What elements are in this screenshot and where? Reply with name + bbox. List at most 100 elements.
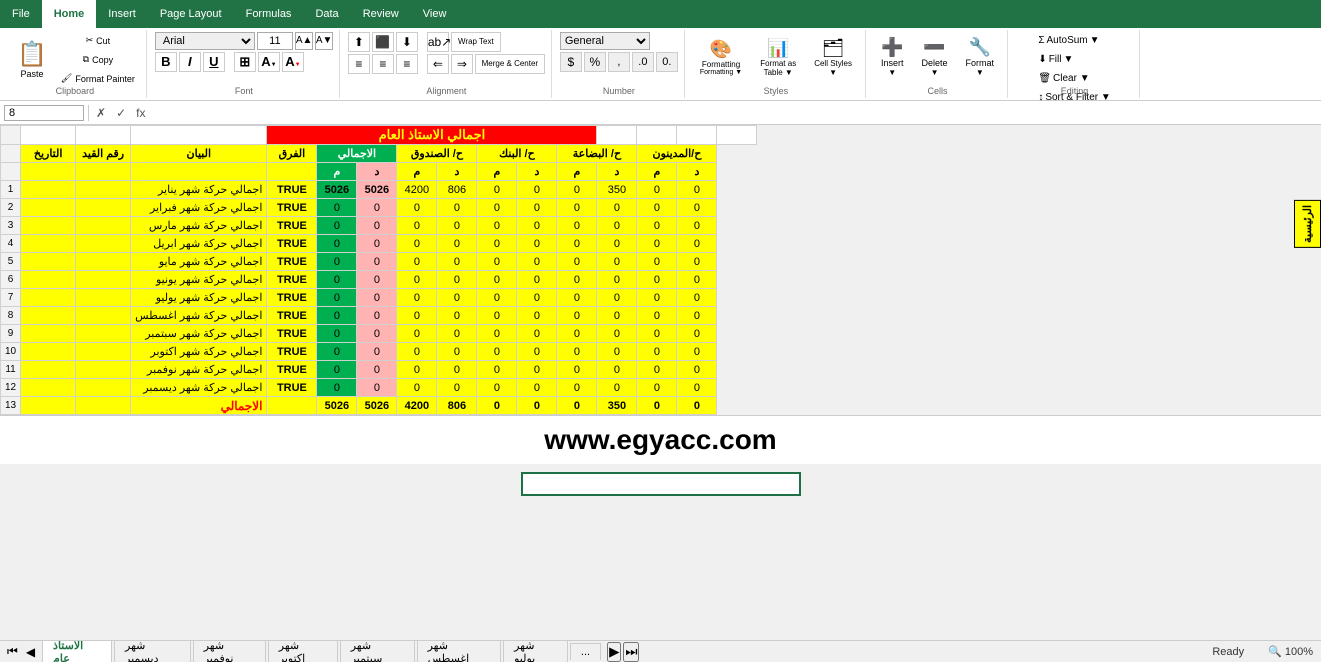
cell-bank-d[interactable]: 0 xyxy=(517,235,557,253)
cell-bida3a-m[interactable]: 0 xyxy=(557,271,597,289)
tab-review[interactable]: Review xyxy=(351,0,411,28)
cell-bayan[interactable]: اجمالي حركة شهر يناير xyxy=(131,181,267,199)
cell-tarikh[interactable] xyxy=(21,235,76,253)
cell-sunduq-m[interactable]: 0 xyxy=(397,307,437,325)
cell-bank-m[interactable]: 0 xyxy=(477,289,517,307)
cell-madeenun-d[interactable]: 0 xyxy=(677,307,717,325)
orientation-button[interactable]: ab↗ xyxy=(427,32,449,52)
cell-bida3a-d[interactable]: 0 xyxy=(597,217,637,235)
cell-ijmali-d[interactable]: 0 xyxy=(357,271,397,289)
table-row[interactable]: 12 اجمالي حركة شهر ديسمبر TRUE 0 0 0 0 0… xyxy=(1,379,757,397)
fill-color-button[interactable]: A▼ xyxy=(258,52,280,72)
cell-madeenun-d[interactable]: 0 xyxy=(677,181,717,199)
font-name-select[interactable]: Arial xyxy=(155,32,255,50)
cell-madeenun-d[interactable]: 0 xyxy=(677,217,717,235)
name-box[interactable] xyxy=(4,105,84,121)
cell-bida3a-d[interactable]: 0 xyxy=(597,199,637,217)
cell-ijmali-m[interactable]: 5026 xyxy=(317,181,357,199)
conditional-formatting-button[interactable]: 🎨 Formatting Formatting ▼ xyxy=(693,36,749,79)
cell-sunduq-d[interactable]: 0 xyxy=(437,271,477,289)
cell-bida3a-m[interactable]: 0 xyxy=(557,235,597,253)
cell-farq[interactable]: TRUE xyxy=(267,271,317,289)
cell-ijmali-d[interactable]: 0 xyxy=(357,361,397,379)
delete-button[interactable]: ➖ Delete ▼ xyxy=(915,34,955,80)
cell-bida3a-d[interactable]: 0 xyxy=(597,307,637,325)
cell-sunduq-m[interactable]: 0 xyxy=(397,199,437,217)
cell-ijmali-m[interactable]: 0 xyxy=(317,289,357,307)
tab-home[interactable]: Home xyxy=(42,0,97,28)
cell-bank-m[interactable]: 0 xyxy=(477,271,517,289)
table-row[interactable]: 2 اجمالي حركة شهر فبراير TRUE 0 0 0 0 0 … xyxy=(1,199,757,217)
cell-tarikh[interactable] xyxy=(21,289,76,307)
cell-bank-d[interactable]: 0 xyxy=(517,253,557,271)
cell-farq[interactable]: TRUE xyxy=(267,289,317,307)
cell-bank-d[interactable]: 0 xyxy=(517,379,557,397)
tab-file[interactable]: File xyxy=(0,0,42,28)
align-center-button[interactable]: ≡ xyxy=(372,54,394,74)
cell-bank-d[interactable]: 0 xyxy=(517,199,557,217)
sheet-tab-شهر-اكتوبر[interactable]: شهر اكتوبر xyxy=(268,640,338,662)
cell-raqm[interactable] xyxy=(76,199,131,217)
cell-farq[interactable]: TRUE xyxy=(267,217,317,235)
cell-bida3a-m[interactable]: 0 xyxy=(557,217,597,235)
cell-tarikh[interactable] xyxy=(21,379,76,397)
insert-button[interactable]: ➕ Insert ▼ xyxy=(874,34,911,80)
copy-button[interactable]: ⧉ Copy xyxy=(56,51,140,68)
underline-button[interactable]: U xyxy=(203,52,225,72)
confirm-icon[interactable]: ✓ xyxy=(113,106,129,120)
cell-bank-m[interactable]: 0 xyxy=(477,361,517,379)
cell-bank-m[interactable]: 0 xyxy=(477,217,517,235)
table-row[interactable]: 4 اجمالي حركة شهر ابريل TRUE 0 0 0 0 0 0… xyxy=(1,235,757,253)
cell-madeenun-d[interactable]: 0 xyxy=(677,343,717,361)
cell-madeenun-d[interactable]: 0 xyxy=(677,289,717,307)
cut-button[interactable]: ✂ Cut xyxy=(56,32,140,49)
comma-button[interactable]: , xyxy=(608,52,630,72)
borders-button[interactable]: ⊞ xyxy=(234,52,256,72)
italic-button[interactable]: I xyxy=(179,52,201,72)
cell-ijmali-m[interactable]: 0 xyxy=(317,199,357,217)
cell-bida3a-m[interactable]: 0 xyxy=(557,325,597,343)
table-row[interactable]: 5 اجمالي حركة شهر مايو TRUE 0 0 0 0 0 0 … xyxy=(1,253,757,271)
cell-bayan[interactable]: اجمالي حركة شهر يونيو xyxy=(131,271,267,289)
cell-sunduq-m[interactable]: 0 xyxy=(397,379,437,397)
cell-ijmali-d[interactable]: 0 xyxy=(357,289,397,307)
cell-bank-d[interactable]: 0 xyxy=(517,343,557,361)
cell-bida3a-d[interactable]: 0 xyxy=(597,325,637,343)
table-row[interactable]: 1 اجمالي حركة شهر يناير TRUE 5026 5026 4… xyxy=(1,181,757,199)
cell-bank-m[interactable]: 0 xyxy=(477,235,517,253)
cell-madeenun-m[interactable]: 0 xyxy=(637,253,677,271)
cell-bida3a-d[interactable]: 0 xyxy=(597,361,637,379)
cell-madeenun-m[interactable]: 0 xyxy=(637,379,677,397)
cell-sunduq-d[interactable]: 0 xyxy=(437,343,477,361)
cell-sunduq-d[interactable]: 0 xyxy=(437,199,477,217)
cell-bayan[interactable]: اجمالي حركة شهر مايو xyxy=(131,253,267,271)
cell-ijmali-m[interactable]: 0 xyxy=(317,343,357,361)
cell-madeenun-m[interactable]: 0 xyxy=(637,361,677,379)
fill-button[interactable]: ⬇Fill▼ xyxy=(1033,51,1078,68)
format-painter-button[interactable]: 🖌 Format Painter xyxy=(56,70,140,87)
cell-sunduq-d[interactable]: 806 xyxy=(437,181,477,199)
cell-farq[interactable]: TRUE xyxy=(267,379,317,397)
cell-bida3a-m[interactable]: 0 xyxy=(557,343,597,361)
cell-madeenun-m[interactable]: 0 xyxy=(637,307,677,325)
cell-bida3a-m[interactable]: 0 xyxy=(557,307,597,325)
cell-bank-d[interactable]: 0 xyxy=(517,271,557,289)
cell-raqm[interactable] xyxy=(76,253,131,271)
cell-madeenun-d[interactable]: 0 xyxy=(677,271,717,289)
cell-bayan[interactable]: اجمالي حركة شهر فبراير xyxy=(131,199,267,217)
cell-bida3a-m[interactable]: 0 xyxy=(557,199,597,217)
table-row[interactable]: 7 اجمالي حركة شهر يوليو TRUE 0 0 0 0 0 0… xyxy=(1,289,757,307)
cell-farq[interactable]: TRUE xyxy=(267,307,317,325)
cell-sunduq-m[interactable]: 0 xyxy=(397,325,437,343)
cell-sunduq-d[interactable]: 0 xyxy=(437,325,477,343)
cell-ijmali-m[interactable]: 0 xyxy=(317,253,357,271)
cell-ijmali-d[interactable]: 0 xyxy=(357,325,397,343)
sheet-tab-شهر-ديسمبر[interactable]: شهر ديسمبر xyxy=(114,640,191,662)
cell-bida3a-d[interactable]: 350 xyxy=(597,181,637,199)
cell-sunduq-m[interactable]: 0 xyxy=(397,343,437,361)
cell-raqm[interactable] xyxy=(76,289,131,307)
cell-raqm[interactable] xyxy=(76,343,131,361)
cell-sunduq-d[interactable]: 0 xyxy=(437,235,477,253)
cell-ijmali-d[interactable]: 0 xyxy=(357,307,397,325)
cell-bank-m[interactable]: 0 xyxy=(477,307,517,325)
